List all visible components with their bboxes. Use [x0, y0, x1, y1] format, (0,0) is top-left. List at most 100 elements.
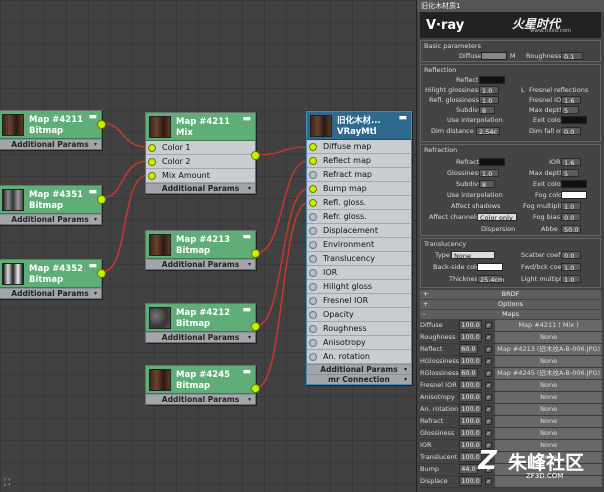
- bitmap-node-4351[interactable]: Map #4351 Bitmap ▬ Additional Params ▾: [0, 185, 106, 225]
- node-header[interactable]: Map #4245 Bitmap ▬: [146, 366, 255, 394]
- output-socket[interactable]: [97, 195, 106, 204]
- node-header[interactable]: Map #4213 Bitmap ▬: [146, 231, 255, 259]
- map-enable-checkbox[interactable]: ✔: [485, 370, 493, 377]
- input-socket[interactable]: [309, 353, 317, 361]
- additional-params[interactable]: Additional Params ▾: [146, 183, 255, 193]
- port-refract-map[interactable]: Refract map: [307, 168, 411, 182]
- output-socket[interactable]: [251, 249, 260, 258]
- map-amount-input[interactable]: 100.0: [459, 332, 482, 342]
- port-hilight-gloss[interactable]: Hilight gloss: [307, 280, 411, 294]
- map-enable-checkbox[interactable]: ✔: [485, 430, 493, 437]
- map-slot-button[interactable]: Map #4245 (旧木纹A-B-006.JPG): [495, 367, 602, 380]
- map-amount-input[interactable]: 100.0: [459, 320, 482, 330]
- input-socket[interactable]: [148, 144, 156, 152]
- map-enable-checkbox[interactable]: ✔: [485, 406, 493, 413]
- mr-connection[interactable]: mr Connection ▾: [307, 374, 411, 384]
- output-socket[interactable]: [251, 322, 260, 331]
- back-side-color-swatch[interactable]: [477, 263, 503, 271]
- port-anisotropy[interactable]: Anisotropy: [307, 336, 411, 350]
- port-color-1[interactable]: Color 1: [146, 141, 255, 155]
- map-enable-checkbox[interactable]: ✔: [485, 358, 493, 365]
- port-environment[interactable]: Environment: [307, 238, 411, 252]
- input-socket[interactable]: [309, 283, 317, 291]
- refract-swatch[interactable]: [479, 158, 505, 166]
- input-socket[interactable]: [309, 297, 317, 305]
- input-socket[interactable]: [309, 185, 317, 193]
- abbe-input[interactable]: 50.0: [561, 225, 581, 234]
- thickness-input[interactable]: 25.4cm: [477, 275, 504, 284]
- rollout-brdf[interactable]: + BRDF: [420, 290, 601, 299]
- port-color-2[interactable]: Color 2: [146, 155, 255, 169]
- fwd-bck-input[interactable]: 1.0: [561, 263, 581, 272]
- map-slot-button[interactable]: None: [495, 355, 602, 368]
- input-socket[interactable]: [309, 171, 317, 179]
- bitmap-node-4245[interactable]: Map #4245 Bitmap ▬ Additional Params ▾: [145, 365, 260, 405]
- additional-params[interactable]: Additional Params ▾: [146, 332, 255, 342]
- max-depth-input[interactable]: 5: [561, 106, 579, 115]
- minimize-icon[interactable]: ▬: [88, 261, 97, 271]
- node-header[interactable]: Map #4212 Bitmap ▬: [146, 304, 255, 332]
- ior-input[interactable]: 1.6: [561, 158, 581, 167]
- map-enable-checkbox[interactable]: ✔: [485, 334, 493, 341]
- map-amount-input[interactable]: 100.0: [459, 404, 482, 414]
- port-opacity[interactable]: Opacity: [307, 308, 411, 322]
- rollout-options[interactable]: + Options: [420, 300, 601, 309]
- additional-params[interactable]: Additional Params ▾: [307, 364, 411, 374]
- node-header[interactable]: Map #4211 Mix ▬: [146, 113, 255, 141]
- additional-params[interactable]: Additional Params ▾: [146, 394, 255, 404]
- input-socket[interactable]: [309, 199, 317, 207]
- dim-falloff-input[interactable]: 0.0: [561, 127, 581, 136]
- node-header[interactable]: Map #4211 Bitmap ▬: [0, 111, 101, 139]
- output-socket[interactable]: [251, 151, 260, 160]
- map-amount-input[interactable]: 100.0: [459, 428, 482, 438]
- refr-exit-color-swatch[interactable]: [561, 180, 587, 188]
- port-bump-map[interactable]: Bump map: [307, 182, 411, 196]
- slate-node-graph[interactable]: Map #4211 Bitmap ▬ Additional Params ▾ Map…: [0, 0, 416, 492]
- map-slot-button[interactable]: Map #4213 (旧木纹A-B-006.JPG): [495, 343, 602, 356]
- port-an-rotation[interactable]: An. rotation: [307, 350, 411, 364]
- roughness-input[interactable]: 0.1: [561, 52, 583, 61]
- port-roughness[interactable]: Roughness: [307, 322, 411, 336]
- map-enable-checkbox[interactable]: ✔: [485, 418, 493, 425]
- mix-node-4211[interactable]: Map #4211 Mix ▬ Color 1 Color 2 Mix Amoun…: [145, 112, 260, 194]
- input-socket[interactable]: [148, 172, 156, 180]
- subdivs-input[interactable]: 8: [479, 106, 495, 115]
- exit-color-swatch[interactable]: [561, 116, 587, 124]
- input-socket[interactable]: [309, 339, 317, 347]
- minimize-icon[interactable]: ▬: [242, 367, 251, 377]
- minimize-icon[interactable]: ▬: [88, 187, 97, 197]
- additional-params[interactable]: Additional Params ▾: [0, 214, 101, 224]
- vraymtl-node[interactable]: 旧化木材... VRayMtl ▬ Diffuse map Reflect map R…: [306, 111, 412, 385]
- dim-distance-input[interactable]: 2.54c: [476, 127, 500, 136]
- fog-color-swatch[interactable]: [561, 191, 587, 199]
- map-amount-input[interactable]: 100.0: [459, 416, 482, 426]
- port-reflect-map[interactable]: Reflect map: [307, 154, 411, 168]
- output-socket[interactable]: [97, 120, 106, 129]
- fog-bias-input[interactable]: 0.0: [561, 213, 581, 222]
- minimize-icon[interactable]: ▬: [88, 112, 97, 122]
- additional-params[interactable]: Additional Params ▾: [0, 139, 101, 149]
- input-socket[interactable]: [309, 255, 317, 263]
- additional-params[interactable]: Additional Params ▾: [0, 288, 101, 298]
- refr-max-depth-input[interactable]: 5: [561, 169, 579, 178]
- translucency-type-select[interactable]: None: [451, 251, 495, 260]
- map-enable-checkbox[interactable]: ✔: [485, 382, 493, 389]
- output-socket[interactable]: [251, 384, 260, 393]
- map-amount-input[interactable]: 100.0: [459, 380, 482, 390]
- input-socket[interactable]: [309, 157, 317, 165]
- map-slot-button[interactable]: None: [495, 415, 602, 428]
- input-socket[interactable]: [309, 325, 317, 333]
- minimize-icon[interactable]: ▬: [242, 114, 251, 124]
- map-amount-input[interactable]: 60.0: [459, 368, 478, 378]
- port-fresnel-ior[interactable]: Fresnel IOR: [307, 294, 411, 308]
- port-refl-gloss[interactable]: Refl. gloss.: [307, 196, 411, 210]
- map-amount-input[interactable]: 100.0: [459, 356, 482, 366]
- minimize-icon[interactable]: ▬: [242, 305, 251, 315]
- additional-params[interactable]: Additional Params ▾: [146, 259, 255, 269]
- map-slot-button[interactable]: None: [495, 379, 602, 392]
- hilight-input[interactable]: 1.0: [479, 86, 499, 95]
- bitmap-node-4211[interactable]: Map #4211 Bitmap ▬ Additional Params ▾: [0, 110, 106, 150]
- map-amount-input[interactable]: 100.0: [459, 392, 482, 402]
- glossiness-input[interactable]: 1.0: [479, 169, 499, 178]
- node-header[interactable]: 旧化木材... VRayMtl ▬: [307, 112, 411, 140]
